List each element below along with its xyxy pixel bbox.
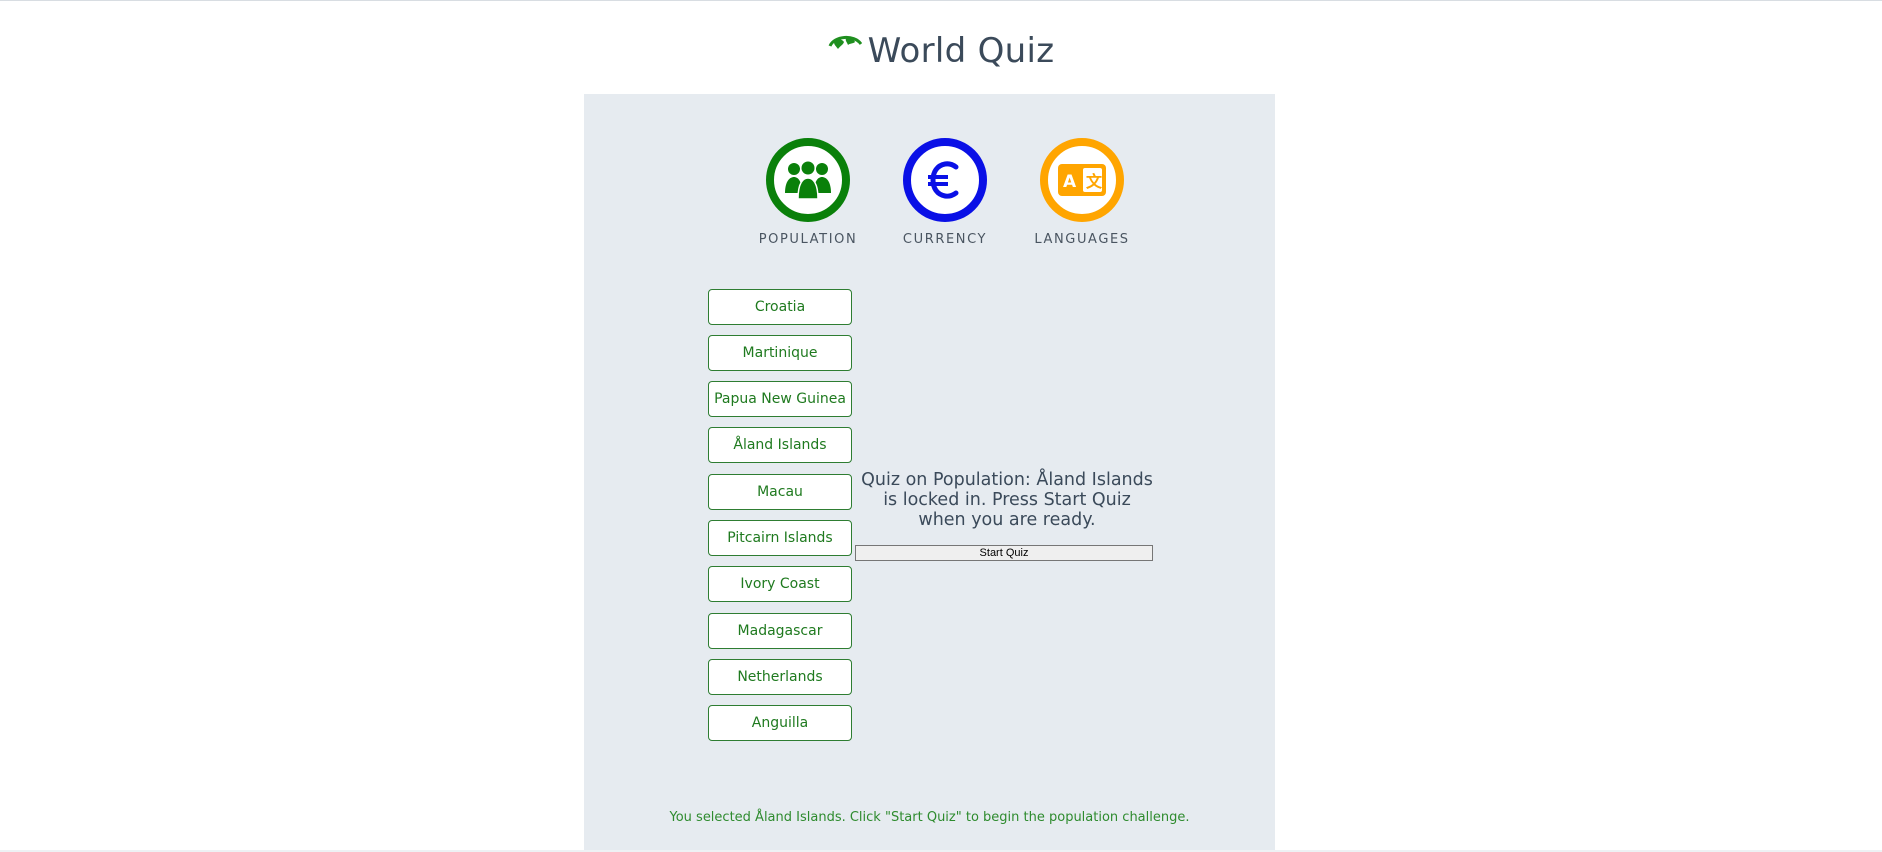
svg-text:文: 文 bbox=[1086, 172, 1103, 191]
category-currency-label: CURRENCY bbox=[902, 232, 988, 247]
category-population-label: POPULATION bbox=[758, 232, 858, 247]
category-currency[interactable]: CURRENCY bbox=[875, 138, 1015, 247]
translate-icon: A 文 bbox=[1058, 164, 1106, 196]
euro-icon bbox=[928, 161, 959, 199]
category-currency-circle[interactable] bbox=[903, 138, 987, 222]
globe-logo-icon bbox=[828, 36, 862, 49]
svg-text:A: A bbox=[1063, 172, 1077, 192]
category-population-circle[interactable] bbox=[766, 138, 850, 222]
top-border bbox=[0, 0, 1882, 1]
country-button-netherlands[interactable]: Netherlands bbox=[708, 659, 852, 695]
category-languages-label: LANGUAGES bbox=[1034, 232, 1130, 247]
country-button-martinique[interactable]: Martinique bbox=[708, 335, 852, 371]
country-button-pitcairn-islands[interactable]: Pitcairn Islands bbox=[708, 520, 852, 556]
quiz-message: Quiz on Population: Åland Islands is loc… bbox=[861, 470, 1153, 530]
category-languages-circle[interactable]: A 文 bbox=[1040, 138, 1124, 222]
country-button-anguilla[interactable]: Anguilla bbox=[708, 705, 852, 741]
category-languages[interactable]: A 文 LANGUAGES bbox=[1012, 138, 1152, 247]
country-button-ivory-coast[interactable]: Ivory Coast bbox=[708, 566, 852, 602]
people-icon bbox=[785, 161, 831, 200]
country-button-madagascar[interactable]: Madagascar bbox=[708, 613, 852, 649]
country-button-macau[interactable]: Macau bbox=[708, 474, 852, 510]
header: World Quiz bbox=[0, 28, 1882, 74]
country-button-croatia[interactable]: Croatia bbox=[708, 289, 852, 325]
category-population[interactable]: POPULATION bbox=[738, 138, 878, 247]
country-button-papua-new-guinea[interactable]: Papua New Guinea bbox=[708, 381, 852, 417]
start-quiz-button[interactable]: Start Quiz bbox=[855, 545, 1153, 561]
status-message: You selected Åland Islands. Click "Start… bbox=[669, 810, 1190, 825]
quiz-panel: POPULATION CURRENCY A 文 LANGUAGES Croati… bbox=[584, 94, 1275, 850]
app-title: World Quiz bbox=[867, 31, 1055, 71]
country-button-aland-islands[interactable]: Åland Islands bbox=[708, 427, 852, 463]
